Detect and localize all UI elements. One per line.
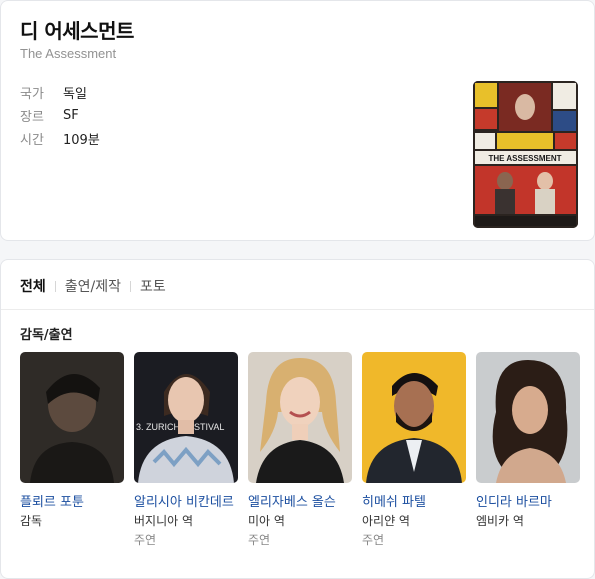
person-role: 버지니아 역 <box>134 514 194 528</box>
person-card[interactable]: 히메쉬 파텔 아리얀 역 주연 <box>362 352 466 548</box>
person-photo[interactable] <box>476 352 580 483</box>
movie-info-list: 국가 독일 장르 SF 시간 109분 <box>20 81 100 150</box>
person-card[interactable]: 플뢰르 포툰 감독 <box>20 352 124 548</box>
person-billing: 주연 <box>134 533 157 547</box>
person-role: 감독 <box>20 514 43 528</box>
info-label: 장르 <box>20 110 44 125</box>
info-row-genre: 장르 SF <box>20 104 100 127</box>
divider <box>1 309 594 310</box>
info-value: 109분 <box>63 133 100 148</box>
person-photo[interactable] <box>362 352 466 483</box>
person-name[interactable]: 인디라 바르마 <box>476 491 580 510</box>
info-row-runtime: 시간 109분 <box>20 127 100 150</box>
tab-divider <box>54 280 56 292</box>
section-title: 감독/출연 <box>20 328 73 343</box>
person-role: 엠비카 역 <box>476 514 524 528</box>
person-card[interactable]: 엘리자베스 올슨 미아 역 주연 <box>248 352 352 548</box>
person-role: 아리얀 역 <box>362 514 410 528</box>
info-value: SF <box>63 108 79 123</box>
person-role: 미아 역 <box>248 514 285 528</box>
person-name[interactable]: 알리시아 비칸데르 <box>134 491 238 510</box>
movie-original-title: The Assessment <box>20 46 117 61</box>
person-billing: 주연 <box>248 533 271 547</box>
person-photo[interactable] <box>20 352 124 483</box>
person-name[interactable]: 히메쉬 파텔 <box>362 491 466 510</box>
person-card[interactable]: 3. ZURICH FESTIVAL 알리시아 비칸데르 버지니아 역 주연 <box>134 352 238 548</box>
tab-divider <box>130 280 132 292</box>
tab-all[interactable]: 전체 <box>20 276 46 296</box>
people-list: 플뢰르 포툰 감독 3. ZURICH FESTIVAL 알리시아 비칸데르 버… <box>20 352 590 548</box>
info-value: 독일 <box>63 87 87 102</box>
person-name[interactable]: 플뢰르 포툰 <box>20 491 124 510</box>
tab-bar: 전체 출연/제작 포토 <box>20 276 166 296</box>
movie-title: 디 어세스먼트 <box>20 19 134 43</box>
person-card[interactable]: 인디라 바르마 엠비카 역 <box>476 352 580 548</box>
person-billing: 주연 <box>362 533 385 547</box>
info-row-country: 국가 독일 <box>20 81 100 104</box>
person-name[interactable]: 엘리자베스 올슨 <box>248 491 352 510</box>
info-label: 국가 <box>20 87 44 102</box>
info-label: 시간 <box>20 133 44 148</box>
movie-poster[interactable]: THE ASSESSMENT <box>473 81 578 228</box>
tab-cast-crew[interactable]: 출연/제작 <box>65 276 121 296</box>
person-photo[interactable] <box>248 352 352 483</box>
cast-card: 전체 출연/제작 포토 감독/출연 플뢰르 포툰 감독 3. ZURICH FE… <box>0 259 595 579</box>
movie-info-card: 디 어세스먼트 The Assessment 국가 독일 장르 SF 시간 10… <box>0 0 595 241</box>
poster-title: THE ASSESSMENT <box>488 154 561 163</box>
person-photo[interactable]: 3. ZURICH FESTIVAL <box>134 352 238 483</box>
tab-photos[interactable]: 포토 <box>140 276 166 296</box>
